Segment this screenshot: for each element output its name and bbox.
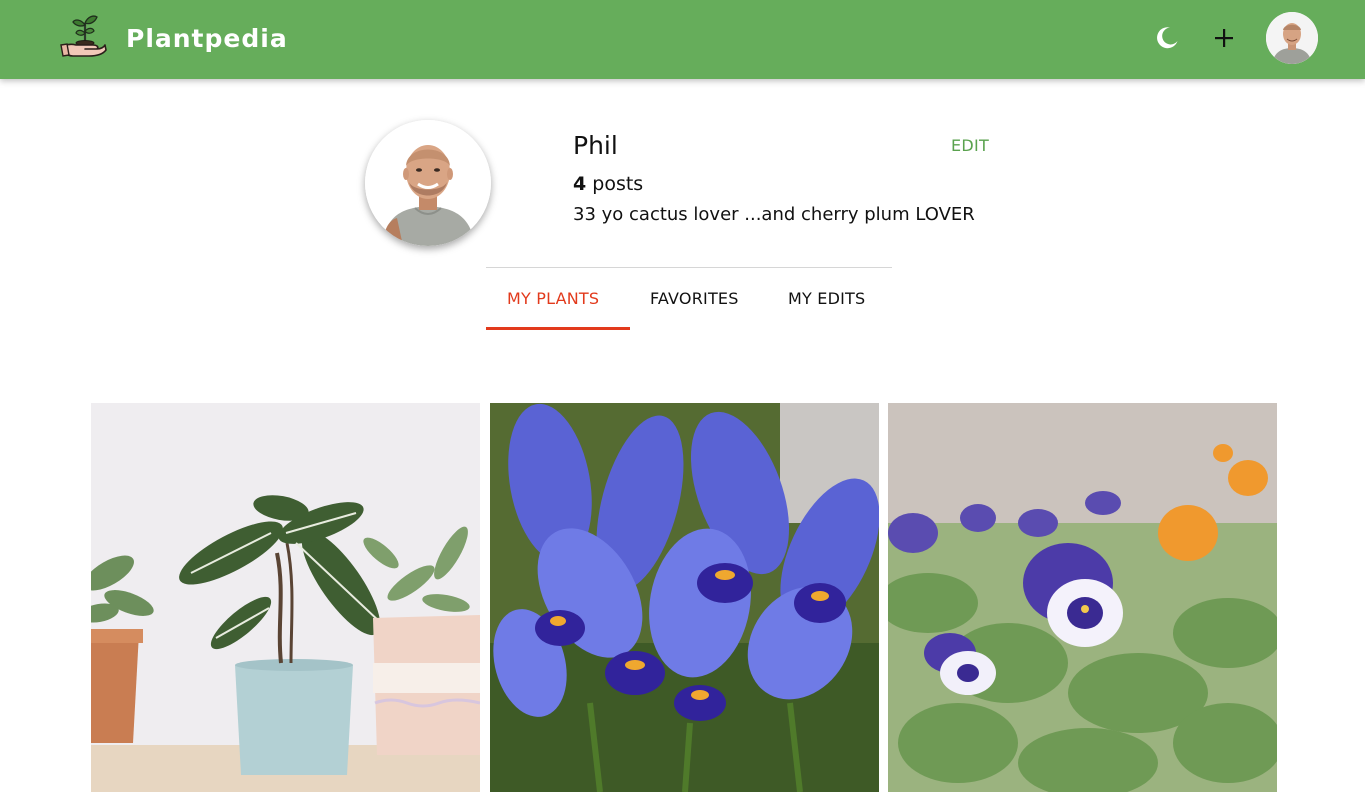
plant-card-houseplants[interactable] (91, 403, 480, 792)
tab-my-edits[interactable]: MY EDITS (788, 289, 865, 308)
posts-number: 4 (573, 173, 587, 195)
user-avatar[interactable] (1266, 12, 1318, 64)
plant-card-irises[interactable] (490, 403, 879, 792)
app-title[interactable]: Plantpedia (126, 24, 288, 53)
pansy-flowers-photo (888, 403, 1277, 792)
profile-bio: 33 yo cactus lover ...and cherry plum LO… (573, 204, 975, 225)
posts-label: posts (586, 173, 644, 195)
posts-count: 4 posts (573, 173, 643, 195)
tab-favorites[interactable]: FAVORITES (650, 289, 739, 308)
add-plant-button[interactable] (1206, 20, 1242, 56)
potted-houseplants-photo (91, 403, 480, 792)
tab-my-plants[interactable]: MY PLANTS (507, 289, 599, 308)
moon-icon (1157, 27, 1178, 49)
profile-name: Phil (573, 131, 618, 160)
blue-iris-flowers-photo (490, 403, 879, 792)
edit-profile-button[interactable]: EDIT (951, 136, 989, 155)
plus-icon (1215, 29, 1233, 47)
hand-sprout-icon[interactable] (59, 11, 109, 61)
tabs-divider (486, 267, 892, 268)
plant-card-pansies[interactable] (888, 403, 1277, 792)
app-header: Plantpedia (0, 0, 1365, 79)
active-tab-indicator (486, 327, 630, 330)
theme-toggle-button[interactable] (1149, 20, 1185, 56)
profile-avatar[interactable] (365, 120, 491, 246)
